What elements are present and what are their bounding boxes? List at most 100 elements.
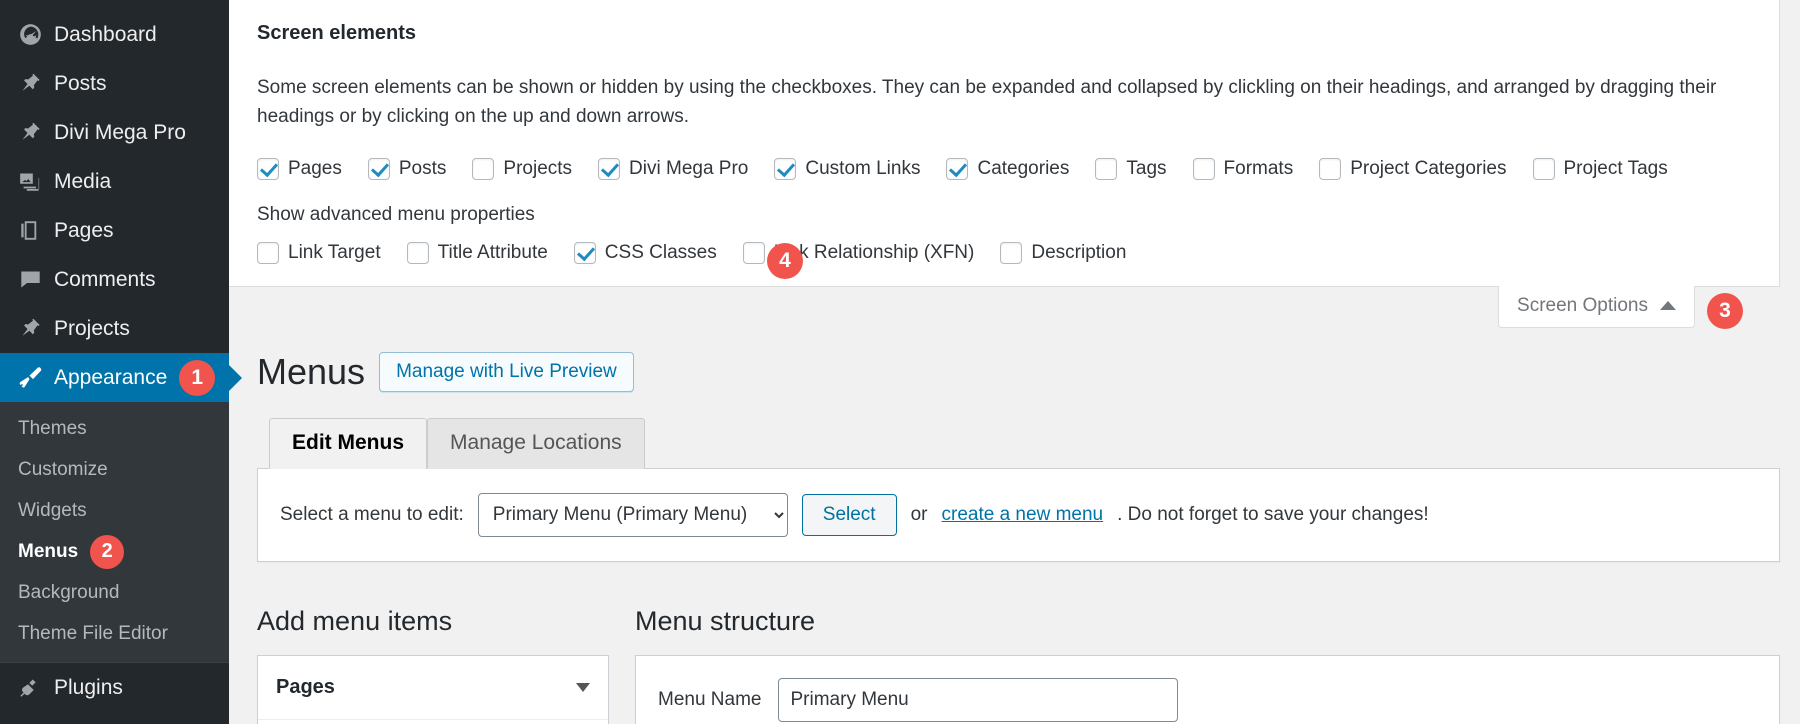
menu-structure-panel: Menu Name <box>635 655 1780 724</box>
sidebar-item-label: Pages <box>54 219 114 243</box>
checkbox-categories[interactable]: Categories <box>946 158 1069 180</box>
checkbox-label: Custom Links <box>805 158 920 180</box>
checkbox-label: Title Attribute <box>438 242 548 264</box>
pin-icon <box>10 72 50 95</box>
checkbox-css-classes[interactable]: CSS Classes <box>574 242 717 264</box>
sidebar-subitem-background[interactable]: Background <box>0 572 229 613</box>
tab-manage-locations[interactable]: Manage Locations <box>427 418 645 469</box>
screen-options-tab-wrap: Screen Options 3 <box>229 287 1800 329</box>
sidebar-item-label: Dashboard <box>54 23 157 47</box>
sidebar-subitem-label: Widgets <box>18 500 87 522</box>
sidebar-item-pages[interactable]: Pages <box>0 206 229 255</box>
checkbox-custom-links[interactable]: Custom Links <box>774 158 920 180</box>
sidebar-subitem-theme-file-editor[interactable]: Theme File Editor <box>0 613 229 654</box>
checkbox-label: Divi Mega Pro <box>629 158 748 180</box>
checkbox-label: Pages <box>288 158 342 180</box>
menu-select-dropdown[interactable]: Primary Menu (Primary Menu) <box>478 493 788 537</box>
screen-options-toggle[interactable]: Screen Options <box>1498 286 1695 328</box>
checkbox-label: Formats <box>1224 158 1294 180</box>
menu-structure-heading: Menu structure <box>635 606 1780 637</box>
comments-icon <box>10 268 50 291</box>
checkbox-box[interactable] <box>1533 158 1555 180</box>
add-menu-items-column: Add menu items Pages <box>257 606 609 724</box>
checkbox-box[interactable] <box>1319 158 1341 180</box>
media-icon <box>10 170 50 193</box>
checkbox-box[interactable] <box>257 242 279 264</box>
checkbox-box[interactable] <box>1193 158 1215 180</box>
sidebar-item-label: Posts <box>54 72 107 96</box>
sidebar-item-dashboard[interactable]: Dashboard <box>0 10 229 59</box>
checkbox-box[interactable] <box>574 242 596 264</box>
save-changes-note: . Do not forget to save your changes! <box>1117 504 1429 526</box>
checkbox-projects[interactable]: Projects <box>472 158 572 180</box>
screen-elements-description: Some screen elements can be shown or hid… <box>257 73 1737 132</box>
dashboard-icon <box>10 23 50 46</box>
sidebar-item-comments[interactable]: Comments <box>0 255 229 304</box>
sidebar-item-label: Plugins <box>54 676 123 700</box>
checkbox-box[interactable] <box>598 158 620 180</box>
sidebar-item-appearance[interactable]: Appearance 1 <box>0 353 229 402</box>
sidebar-item-posts[interactable]: Posts <box>0 59 229 108</box>
add-menu-items-heading: Add menu items <box>257 606 609 637</box>
sidebar-subitem-widgets[interactable]: Widgets <box>0 490 229 531</box>
sidebar-subitem-themes[interactable]: Themes <box>0 408 229 449</box>
sidebar-item-divi-mega-pro[interactable]: Divi Mega Pro <box>0 108 229 157</box>
callout-badge-3: 3 <box>1707 293 1743 329</box>
checkbox-box[interactable] <box>1000 242 1022 264</box>
sidebar-subitem-menus[interactable]: Menus 2 <box>0 531 229 572</box>
checkbox-box[interactable] <box>257 158 279 180</box>
sidebar-top-menu: Dashboard Posts Divi Mega Pro Media <box>0 0 229 712</box>
checkbox-label: Description <box>1031 242 1126 264</box>
select-menu-label: Select a menu to edit: <box>280 504 464 526</box>
checkbox-divi-mega-pro[interactable]: Divi Mega Pro <box>598 158 748 180</box>
screen-elements-checkbox-row: Pages Posts Projects Divi Mega Pro Custo… <box>257 158 1751 180</box>
checkbox-box[interactable] <box>946 158 968 180</box>
checkbox-box[interactable] <box>472 158 494 180</box>
screen-options-panel: Screen elements Some screen elements can… <box>228 0 1780 287</box>
pages-accordion-body <box>258 720 608 724</box>
checkbox-box[interactable] <box>1095 158 1117 180</box>
menu-name-row: Menu Name <box>658 678 1757 722</box>
checkbox-formats[interactable]: Formats <box>1193 158 1294 180</box>
active-arrow-icon <box>229 365 242 391</box>
manage-with-live-preview-button[interactable]: Manage with Live Preview <box>379 352 634 392</box>
checkbox-label: Project Categories <box>1350 158 1506 180</box>
checkbox-project-categories[interactable]: Project Categories <box>1319 158 1506 180</box>
wordpress-admin-screen: Dashboard Posts Divi Mega Pro Media <box>0 0 1800 724</box>
admin-sidebar: Dashboard Posts Divi Mega Pro Media <box>0 0 229 724</box>
sidebar-item-label: Comments <box>54 268 156 292</box>
checkbox-posts[interactable]: Posts <box>368 158 447 180</box>
chevron-down-icon[interactable] <box>576 683 590 692</box>
tab-edit-menus[interactable]: Edit Menus <box>269 418 427 469</box>
checkbox-link-target[interactable]: Link Target <box>257 242 381 264</box>
brush-icon <box>10 366 50 390</box>
menu-name-input[interactable] <box>778 678 1178 722</box>
sidebar-subitem-label: Customize <box>18 459 108 481</box>
checkbox-tags[interactable]: Tags <box>1095 158 1166 180</box>
checkbox-description[interactable]: Description <box>1000 242 1126 264</box>
menu-name-label: Menu Name <box>658 689 762 711</box>
appearance-submenu: Themes Customize Widgets Menus 2 Backgro… <box>0 402 229 662</box>
checkbox-box[interactable] <box>407 242 429 264</box>
create-a-new-menu-link[interactable]: create a new menu <box>942 504 1104 526</box>
sidebar-item-label: Media <box>54 170 111 194</box>
sidebar-item-media[interactable]: Media <box>0 157 229 206</box>
checkbox-title-attribute[interactable]: Title Attribute <box>407 242 548 264</box>
sidebar-item-plugins[interactable]: Plugins <box>0 663 229 712</box>
checkbox-label: Categories <box>977 158 1069 180</box>
sidebar-item-label: Appearance <box>54 366 167 390</box>
callout-badge-2: 2 <box>90 535 124 569</box>
checkbox-box[interactable] <box>743 242 765 264</box>
checkbox-pages[interactable]: Pages <box>257 158 342 180</box>
sidebar-subitem-label: Menus <box>18 541 78 563</box>
select-button[interactable]: Select <box>802 494 897 536</box>
sidebar-item-projects[interactable]: Projects <box>0 304 229 353</box>
advanced-properties-checkbox-row: Link Target Title Attribute CSS Classes … <box>257 242 1751 264</box>
checkbox-box[interactable] <box>774 158 796 180</box>
screen-elements-heading: Screen elements <box>257 22 1751 45</box>
or-text: or <box>911 504 928 526</box>
checkbox-box[interactable] <box>368 158 390 180</box>
checkbox-project-tags[interactable]: Project Tags <box>1533 158 1668 180</box>
sidebar-subitem-customize[interactable]: Customize <box>0 449 229 490</box>
pages-accordion-toggle[interactable]: Pages <box>258 656 608 720</box>
